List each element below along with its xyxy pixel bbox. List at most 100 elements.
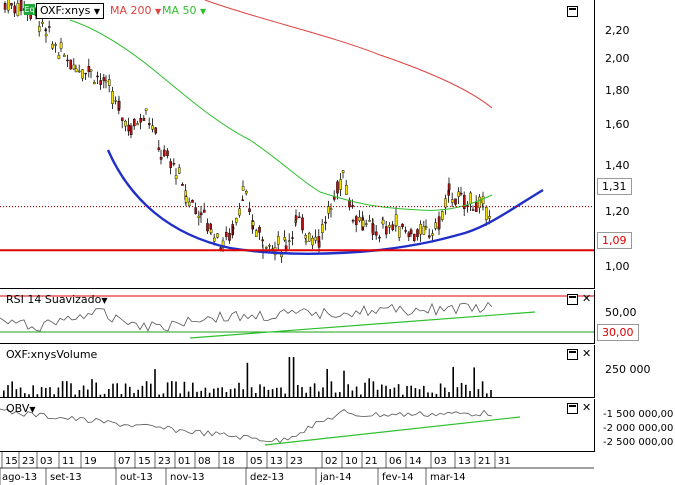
volume-tick: 250 000 <box>605 363 651 376</box>
volume-bar <box>355 386 358 397</box>
volume-bar <box>360 394 362 397</box>
volume-bar <box>402 394 404 397</box>
ma200-text: MA 200 <box>110 4 152 17</box>
candle <box>69 59 72 70</box>
candle <box>96 71 99 85</box>
volume-bar <box>74 394 76 397</box>
price-panel[interactable]: Eq OXF:xnys ▼ MA 200 ▼ MA 50 ▼ <box>0 0 595 289</box>
candle <box>206 218 209 234</box>
ma200-label[interactable]: MA 200 ▼ <box>110 4 161 17</box>
candle <box>172 158 176 167</box>
volume-bar <box>292 357 295 397</box>
x-day-label: 10 <box>345 456 358 467</box>
candle <box>407 231 411 242</box>
volume-bar <box>145 381 148 397</box>
rsi-title[interactable]: RSI 14 Suavizado▼ <box>6 293 108 306</box>
volume-bar <box>427 392 429 397</box>
chevron-down-icon: ▼ <box>200 7 207 16</box>
candle <box>277 231 280 251</box>
volume-bar <box>444 387 446 397</box>
candle <box>388 222 391 234</box>
x-day-label: 13 <box>270 456 283 467</box>
y-tick: 2,20 <box>605 24 630 37</box>
volume-bar <box>439 383 442 397</box>
obv-title-text: OBV <box>6 402 30 415</box>
volume-bar <box>313 383 316 397</box>
candle <box>177 164 181 175</box>
x-day-label: 21 <box>365 456 378 467</box>
volume-bar <box>208 392 211 397</box>
obv-tick: -1 500 000,00 <box>603 409 674 420</box>
volume-bar <box>57 387 60 397</box>
x-month-label: ago-13 <box>2 472 37 483</box>
close-icon[interactable]: ✕ <box>582 293 591 304</box>
candle <box>6 0 10 14</box>
volume-bar <box>397 384 400 397</box>
x-day-label: 23 <box>22 456 35 467</box>
support-price-tag: 1,09 <box>597 232 632 249</box>
volume-bar <box>431 392 433 397</box>
candle <box>365 219 368 228</box>
volume-bar <box>45 387 47 397</box>
candle <box>181 182 184 186</box>
volume-title: OXF:xnysVolume <box>6 348 98 361</box>
symbol-selector[interactable]: OXF:xnys ▼ <box>36 3 105 19</box>
obv-panel[interactable]: OBV▼ ✕ <box>0 399 595 452</box>
maximize-button[interactable] <box>567 349 578 360</box>
x-axis-ticks: 15 23 03 11 19 07 15 23 01 08 18 05 13 23 02 10 21 06 14 03… <box>0 452 594 485</box>
candle <box>428 228 431 239</box>
candle <box>348 197 351 211</box>
candle <box>117 95 121 110</box>
volume-bar <box>490 389 492 397</box>
x-month-label: nov-13 <box>170 472 204 483</box>
volume-bar <box>133 392 135 397</box>
candle <box>184 195 188 207</box>
candle <box>19 0 23 16</box>
x-month-label: out-13 <box>120 472 153 483</box>
candle <box>59 37 63 53</box>
close-icon[interactable]: ✕ <box>582 402 591 413</box>
rsi-oversold-tag: 30,00 <box>597 324 639 341</box>
candle <box>457 187 461 205</box>
candle <box>444 194 447 215</box>
price-y-axis: 2,20 2,00 1,80 1,60 1,40 1,20 1,00 1,31 … <box>595 0 675 288</box>
volume-bar <box>103 393 106 397</box>
volume-bar <box>372 381 375 397</box>
obv-title[interactable]: OBV▼ <box>6 402 36 415</box>
x-day-label: 23 <box>290 456 303 467</box>
candle <box>87 58 91 78</box>
x-day-label: 15 <box>138 456 151 467</box>
maximize-button[interactable] <box>567 294 578 305</box>
volume-bar <box>196 391 198 397</box>
volume-bar <box>15 389 18 397</box>
candle <box>136 120 139 126</box>
volume-bar <box>229 389 232 397</box>
candle <box>169 158 173 175</box>
volume-bar <box>456 387 459 397</box>
close-icon[interactable]: ✕ <box>582 348 591 359</box>
rsi-panel[interactable]: RSI 14 Suavizado▼ ✕ <box>0 290 595 344</box>
volume-bar <box>70 383 72 397</box>
volume-bar <box>116 383 118 397</box>
candle <box>157 140 161 152</box>
symbol-label: OXF:xnys <box>40 4 91 17</box>
candle <box>284 239 288 254</box>
candle <box>385 220 388 239</box>
candle <box>301 214 304 234</box>
volume-panel[interactable]: OXF:xnysVolume ✕ <box>0 345 595 398</box>
candle <box>391 221 395 232</box>
volume-bar <box>221 387 223 397</box>
chevron-down-icon: ▼ <box>101 296 108 305</box>
candle <box>99 73 102 90</box>
volume-bar <box>19 387 22 397</box>
volume-bar <box>187 391 190 397</box>
candle <box>398 226 401 242</box>
candle <box>324 216 327 231</box>
maximize-button[interactable] <box>567 403 578 414</box>
volume-bar <box>339 392 341 397</box>
ma50-label[interactable]: MA 50 ▼ <box>162 4 206 17</box>
candle <box>471 205 475 211</box>
candle <box>368 214 371 222</box>
volume-bar <box>309 386 312 397</box>
maximize-button[interactable] <box>567 6 578 17</box>
